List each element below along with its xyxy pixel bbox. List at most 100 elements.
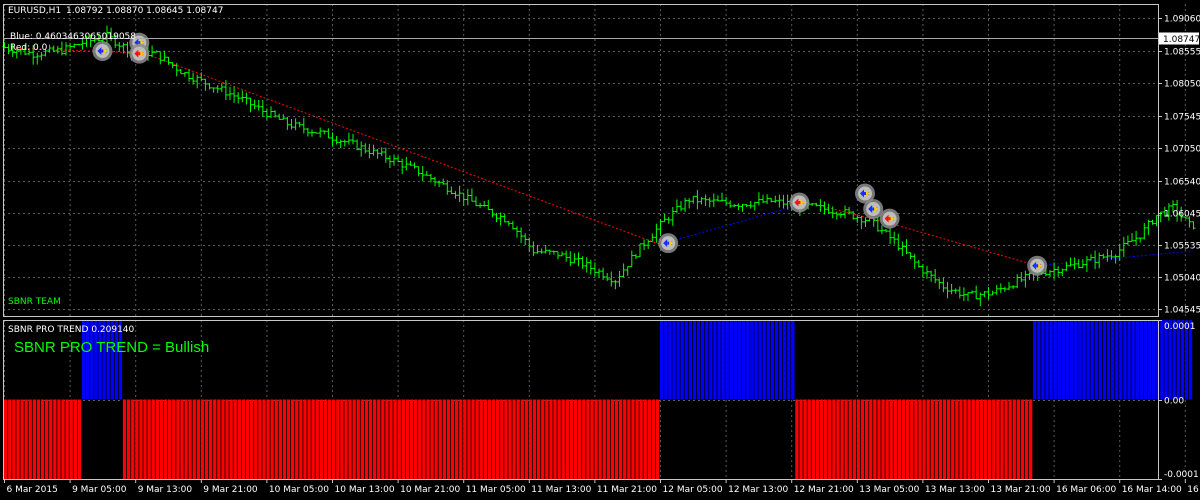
histogram-bar: [848, 399, 852, 479]
histogram-bar: [327, 399, 332, 479]
histogram-bar: [225, 399, 229, 479]
price-bar: [1015, 274, 1020, 289]
price-bar: [543, 244, 548, 254]
histogram-bar: [200, 399, 205, 479]
price-bar: [252, 99, 257, 110]
histogram-bar: [373, 399, 377, 479]
price-bar: [1052, 262, 1057, 280]
price-bar: [556, 251, 560, 260]
price-bar: [326, 128, 331, 139]
histogram-bar: [557, 399, 561, 479]
histogram-bar: [778, 320, 783, 400]
price-bar: [740, 203, 745, 212]
price-bar: [502, 213, 507, 223]
histogram-bar: [1086, 320, 1090, 400]
histogram-bar: [344, 399, 348, 479]
signal-arrow[interactable]: [129, 43, 150, 64]
histogram-bar: [692, 320, 697, 400]
price-bar: [1113, 254, 1118, 264]
histogram-bar: [750, 320, 754, 400]
time-tick-label: 11 Mar 13:00: [531, 485, 591, 495]
histogram-bar: [1053, 320, 1057, 400]
price-bar: [490, 208, 495, 218]
histogram-bar: [836, 399, 840, 479]
price-bar: [711, 193, 716, 207]
price-bar: [293, 118, 298, 131]
price-bar: [318, 127, 323, 138]
price-bar: [953, 288, 958, 294]
price-bar: [925, 265, 929, 279]
price-axis[interactable]: 1.09060 1.08555 1.08050 1.07545 1.07050 1.065…: [1158, 15, 1200, 316]
price-bar: [215, 85, 220, 93]
histogram-bar: [1049, 320, 1053, 400]
price-bar: [752, 201, 757, 211]
price-bar: [1027, 272, 1032, 280]
price-bar: [1002, 286, 1007, 292]
histogram-bar: [971, 399, 975, 479]
price-bar: [1097, 252, 1102, 269]
price-bar: [182, 71, 187, 77]
price-bar: [539, 248, 544, 254]
price-bar: [117, 42, 122, 52]
signal-arrow[interactable]: [658, 233, 679, 254]
histogram-bar: [1131, 320, 1135, 400]
histogram-bar: [299, 399, 303, 479]
price-bar: [469, 188, 474, 202]
price-bar: [670, 206, 675, 226]
price-bar: [396, 155, 401, 163]
histogram-bar: [1115, 320, 1119, 400]
histogram-bar: [340, 399, 344, 479]
time-tick-label: 6 Mar 2015: [7, 485, 58, 495]
histogram-bar: [442, 399, 446, 479]
histogram-bar: [664, 320, 668, 400]
time-tick-label: 10 Mar 13:00: [335, 485, 395, 495]
price-bar: [970, 290, 975, 294]
price-bar: [351, 133, 355, 145]
histogram-bar: [824, 399, 828, 479]
price-bar: [371, 144, 376, 156]
price-bar: [125, 41, 130, 58]
price-bar: [535, 245, 540, 254]
histogram-bar: [438, 399, 442, 479]
histogram-bar: [1024, 399, 1029, 479]
price-bar: [908, 252, 913, 260]
histogram-bar: [1102, 320, 1107, 400]
signal-arrow[interactable]: [92, 41, 113, 62]
time-tick-label: 9 Mar 05:00: [72, 485, 127, 495]
chart-canvas[interactable]: 1.09060 1.08555 1.08050 1.07545 1.07050 1.065…: [0, 0, 1200, 500]
time-tick-label: 16 Mar 14:00: [1122, 485, 1182, 495]
signal-arrow[interactable]: [879, 208, 900, 229]
price-tick-label: 1.05040: [1164, 274, 1200, 284]
price-bar: [744, 204, 749, 207]
histogram-bar: [430, 399, 434, 479]
histogram-bar: [897, 399, 902, 479]
histogram-bar: [1016, 399, 1020, 479]
histogram-bar: [815, 399, 820, 479]
price-bar: [310, 129, 314, 137]
time-tick-label: 9 Mar 13:00: [138, 485, 193, 495]
histogram-bar: [487, 399, 492, 479]
price-bar: [264, 108, 269, 121]
histogram-bar: [532, 399, 537, 479]
price-bar: [76, 43, 81, 46]
histogram-bar: [229, 399, 233, 479]
histogram-bar: [4, 399, 8, 479]
histogram-bar: [69, 399, 73, 479]
histogram-bar: [951, 399, 955, 479]
signal-arrow[interactable]: [789, 192, 810, 213]
histogram-bar: [783, 320, 787, 400]
signal-arrows[interactable]: [92, 32, 1048, 276]
time-axis[interactable]: 6 Mar 2015 9 Mar 05:00 9 Mar 13:00 9 Mar 21…: [4, 479, 1200, 495]
price-bar: [629, 250, 634, 268]
histogram-bar: [889, 399, 893, 479]
price-bar: [724, 196, 729, 207]
histogram-bar: [733, 320, 738, 400]
signal-arrow[interactable]: [1027, 255, 1048, 276]
histogram-bar: [1029, 399, 1033, 479]
price-bar: [736, 203, 741, 211]
histogram-bar: [1094, 320, 1098, 400]
histogram-bar: [938, 399, 943, 479]
histogram-bar: [483, 399, 487, 479]
price-tick-label: 1.07545: [1164, 113, 1200, 123]
histogram-bar: [237, 399, 241, 479]
